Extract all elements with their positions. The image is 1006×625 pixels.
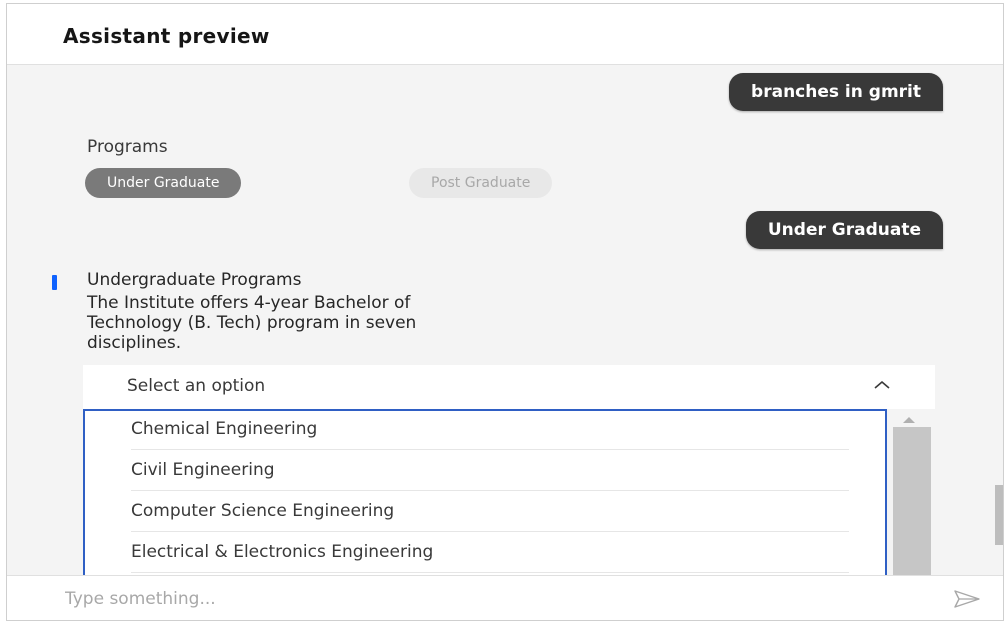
panel-header: Assistant preview [7,4,1003,65]
dropdown-placeholder: Select an option [127,376,266,396]
panel-title: Assistant preview [63,24,270,48]
undergrad-text-line: disciplines. [87,333,182,353]
dropdown-option[interactable]: Civil Engineering [131,450,849,491]
option-under-graduate-button[interactable]: Under Graduate [85,168,242,198]
dropdown-options-list[interactable]: Chemical Engineering Civil Engineering C… [83,409,887,585]
user-message: Under Graduate [745,211,943,249]
composer [7,575,1003,620]
chevron-up-icon[interactable] [873,377,891,393]
chat-transcript[interactable]: branches in gmrit Programs Under Graduat… [7,65,1003,589]
user-message: branches in gmrit [729,73,943,111]
list-scrollbar-thumb[interactable] [893,427,931,589]
chat-scrollbar-thumb[interactable] [995,485,1003,545]
programs-label: Programs [87,137,168,157]
undergrad-text-line: Technology (B. Tech) program in seven [87,313,417,333]
response-marker [52,275,57,290]
undergrad-text-line: The Institute offers 4-year Bachelor of [87,293,411,313]
caret-up-icon[interactable] [903,415,915,423]
option-post-graduate-button[interactable]: Post Graduate [409,168,553,198]
dropdown-option[interactable]: Chemical Engineering [131,411,849,450]
undergrad-programs-title: Undergraduate Programs [87,270,302,290]
dropdown-option[interactable]: Electrical & Electronics Engineering [131,532,849,573]
undergrad-programs-text: The Institute offers 4-year Bachelor of … [87,293,787,353]
message-input[interactable] [63,576,927,620]
assistant-preview-panel: Assistant preview branches in gmrit Prog… [6,3,1004,621]
dropdown-option[interactable]: Computer Science Engineering [131,491,849,532]
select-option-dropdown[interactable]: Select an option [83,365,935,409]
send-icon[interactable] [953,588,981,610]
